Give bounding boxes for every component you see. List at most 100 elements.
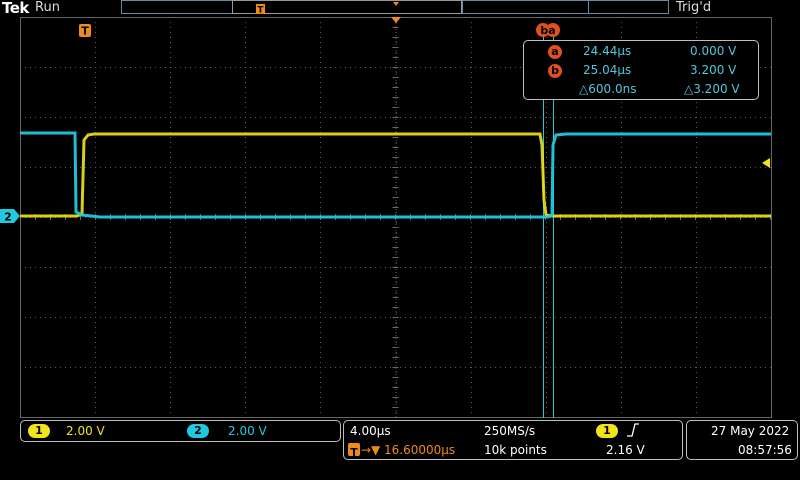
grid-dot — [625, 317, 626, 318]
grid-dot — [621, 117, 622, 118]
grid-dot — [320, 367, 321, 368]
cursor-readout-panel[interactable]: a 24.44µs 0.000 V b 25.04µs 3.200 V △600… — [523, 40, 759, 100]
grid-dot — [430, 267, 431, 268]
grid-dot — [615, 367, 616, 368]
grid-dot — [696, 267, 697, 268]
grid-dot — [415, 367, 416, 368]
grid-dot — [380, 367, 381, 368]
grid-dot — [95, 237, 96, 238]
grid-dot — [546, 282, 547, 283]
grid-dot — [546, 157, 547, 158]
grid-dot — [305, 67, 306, 68]
grid-dot — [335, 317, 336, 318]
grid-dot — [546, 197, 547, 198]
trigger-position[interactable]: 16.60000µs — [384, 443, 455, 457]
grid-dot — [45, 367, 46, 368]
grid-dot — [546, 142, 547, 143]
grid-dot — [640, 317, 641, 318]
grid-dot — [320, 212, 321, 213]
grid-dot — [471, 147, 472, 148]
grid-dot — [245, 332, 246, 333]
grid-dot — [605, 117, 606, 118]
grid-dot — [320, 122, 321, 123]
grid-dot — [660, 117, 661, 118]
grid-dot — [621, 287, 622, 288]
grid-dot — [405, 167, 406, 168]
grid-dot — [735, 267, 736, 268]
grid-dot — [90, 167, 91, 168]
grid-dot — [195, 67, 196, 68]
grid-dot — [95, 147, 96, 148]
grid-dot — [621, 377, 622, 378]
grid-dot — [65, 317, 66, 318]
grid-dot — [540, 267, 541, 268]
grid-dot — [696, 182, 697, 183]
channel-scale-panel[interactable]: 1 2.00 V 2 2.00 V — [20, 420, 341, 442]
grid-dot — [225, 367, 226, 368]
grid-dot — [245, 22, 246, 23]
grid-dot — [245, 347, 246, 348]
grid-dot — [115, 167, 116, 168]
grid-dot — [685, 317, 686, 318]
grid-dot — [645, 267, 646, 268]
grid-dot — [595, 317, 596, 318]
grid-dot — [245, 77, 246, 78]
grid-dot — [700, 117, 701, 118]
channel2-badge[interactable]: 2 — [187, 424, 209, 438]
grid-dot — [245, 92, 246, 93]
grid-dot — [75, 267, 76, 268]
grid-dot — [245, 37, 246, 38]
grid-dot — [195, 317, 196, 318]
grid-dot — [320, 267, 321, 268]
grid-dot — [155, 117, 156, 118]
grid-dot — [320, 402, 321, 403]
grid-dot — [621, 267, 622, 268]
grid-dot — [500, 267, 501, 268]
grid-dot — [546, 192, 547, 193]
grid-dot — [240, 367, 241, 368]
grid-dot — [95, 347, 96, 348]
grid-dot — [205, 317, 206, 318]
grid-dot — [320, 347, 321, 348]
grid-dot — [396, 52, 397, 53]
grid-dot — [320, 147, 321, 148]
grid-dot — [245, 237, 246, 238]
grid-dot — [480, 367, 481, 368]
grid-dot — [410, 67, 411, 68]
grid-dot — [621, 367, 622, 368]
timebase-panel[interactable]: 4.00µs 250MS/s 1 T →▼ 16.60000µs 10k poi… — [343, 420, 683, 460]
grid-dot — [765, 367, 766, 368]
grid-dot — [105, 317, 106, 318]
channel1-badge[interactable]: 1 — [28, 424, 50, 438]
grid-dot — [696, 277, 697, 278]
grid-dot — [150, 67, 151, 68]
grid-dot — [170, 72, 171, 73]
grid-dot — [400, 67, 401, 68]
grid-dot — [95, 67, 96, 68]
channel1-scale[interactable]: 2.00 V — [66, 424, 105, 438]
grid-dot — [320, 137, 321, 138]
grid-dot — [35, 117, 36, 118]
grid-dot — [455, 117, 456, 118]
channel2-scale[interactable]: 2.00 V — [228, 424, 267, 438]
grid-dot — [730, 167, 731, 168]
grid-dot — [390, 317, 391, 318]
grid-dot — [696, 382, 697, 383]
horizontal-scale[interactable]: 4.00µs — [350, 424, 391, 438]
grid-dot — [720, 167, 721, 168]
grid-dot — [110, 67, 111, 68]
trigger-source-badge[interactable]: 1 — [596, 424, 618, 438]
grid-dot — [130, 267, 131, 268]
grid-dot — [696, 142, 697, 143]
grid-dot — [725, 317, 726, 318]
grid-dot — [180, 367, 181, 368]
grid-dot — [320, 97, 321, 98]
grid-dot — [170, 122, 171, 123]
grid-dot — [471, 22, 472, 23]
grid-dot — [115, 367, 116, 368]
grid-dot — [640, 117, 641, 118]
trigger-level[interactable]: 2.16 V — [606, 443, 645, 457]
grid-dot — [696, 117, 697, 118]
grid-dot — [621, 302, 622, 303]
grid-dot — [175, 317, 176, 318]
